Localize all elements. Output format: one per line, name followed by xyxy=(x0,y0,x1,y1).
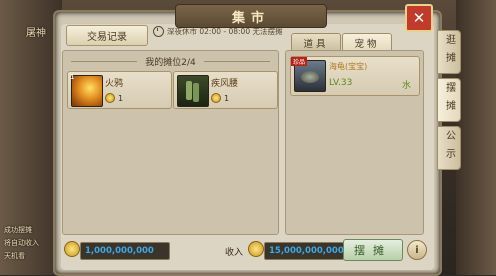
stall-header: 我的摊位2/4 xyxy=(63,54,278,68)
item-price-value: 1 xyxy=(118,93,124,103)
info-button[interactable]: i xyxy=(407,240,427,260)
info-icon: i xyxy=(415,244,419,256)
market-hours-notice: 深夜休市 02:00 - 08:00 无法摆摊 xyxy=(153,26,282,37)
pet-element: 水 xyxy=(401,81,411,91)
bottom-bar: 1,000,000,000 收入 15,000,000,000 摆摊 i xyxy=(60,238,430,264)
close-button[interactable]: ✕ xyxy=(405,4,433,32)
coin-icon xyxy=(105,93,115,103)
right-scene xyxy=(456,0,496,275)
fire-crow-icon xyxy=(71,75,103,107)
pet-level: LV.33 xyxy=(329,78,353,88)
side-tab-stall[interactable]: 摆摊 xyxy=(437,78,461,122)
bg-text: 将自动收入 xyxy=(4,239,39,247)
side-tab-announce[interactable]: 公示 xyxy=(437,126,461,170)
gold-coin-icon xyxy=(248,241,264,257)
set-up-stall-button[interactable]: 摆摊 xyxy=(343,239,403,261)
title-banner: 集市 xyxy=(175,4,327,28)
rare-badge: 珍品 xyxy=(291,57,308,66)
stall-item[interactable]: 1 火鸦 1 xyxy=(67,71,172,109)
item-price-value: 1 xyxy=(224,93,230,103)
coin-icon xyxy=(211,93,221,103)
page-title: 集市 xyxy=(231,10,270,26)
stall-item[interactable]: 疾风腰 1 xyxy=(173,71,278,109)
item-price: 1 xyxy=(211,93,229,103)
close-icon: ✕ xyxy=(412,9,426,27)
gold-coin-icon xyxy=(64,241,80,257)
income-display: 15,000,000,000 xyxy=(264,242,344,260)
side-tab-browse[interactable]: 逛摊 xyxy=(437,30,461,74)
notice-text: 深夜休市 02:00 - 08:00 无法摆摊 xyxy=(167,27,283,36)
balance-display: 1,000,000,000 xyxy=(80,242,170,260)
bg-text: 成功摆摊 xyxy=(4,226,32,234)
income-label: 收入 xyxy=(225,248,244,258)
item-name: 疾风腰 xyxy=(211,79,239,89)
pet-list-area: 珍品 海龟(宝宝) LV.33 水 xyxy=(285,50,424,235)
my-stall-area: 我的摊位2/4 1 火鸦 1 疾风腰 1 xyxy=(62,50,279,235)
bg-text: 天机看 xyxy=(4,252,25,260)
bg-text: 屠神 xyxy=(26,28,46,39)
item-price: 1 xyxy=(105,93,123,103)
pet-card[interactable]: 珍品 海龟(宝宝) LV.33 水 xyxy=(290,56,420,96)
clock-icon xyxy=(153,26,164,37)
boots-icon xyxy=(177,75,209,107)
pet-name: 海龟(宝宝) xyxy=(329,62,368,71)
item-name: 火鸦 xyxy=(105,79,124,89)
trade-record-button[interactable]: 交易记录 xyxy=(66,25,148,46)
item-count-badge: 1 xyxy=(70,73,75,81)
